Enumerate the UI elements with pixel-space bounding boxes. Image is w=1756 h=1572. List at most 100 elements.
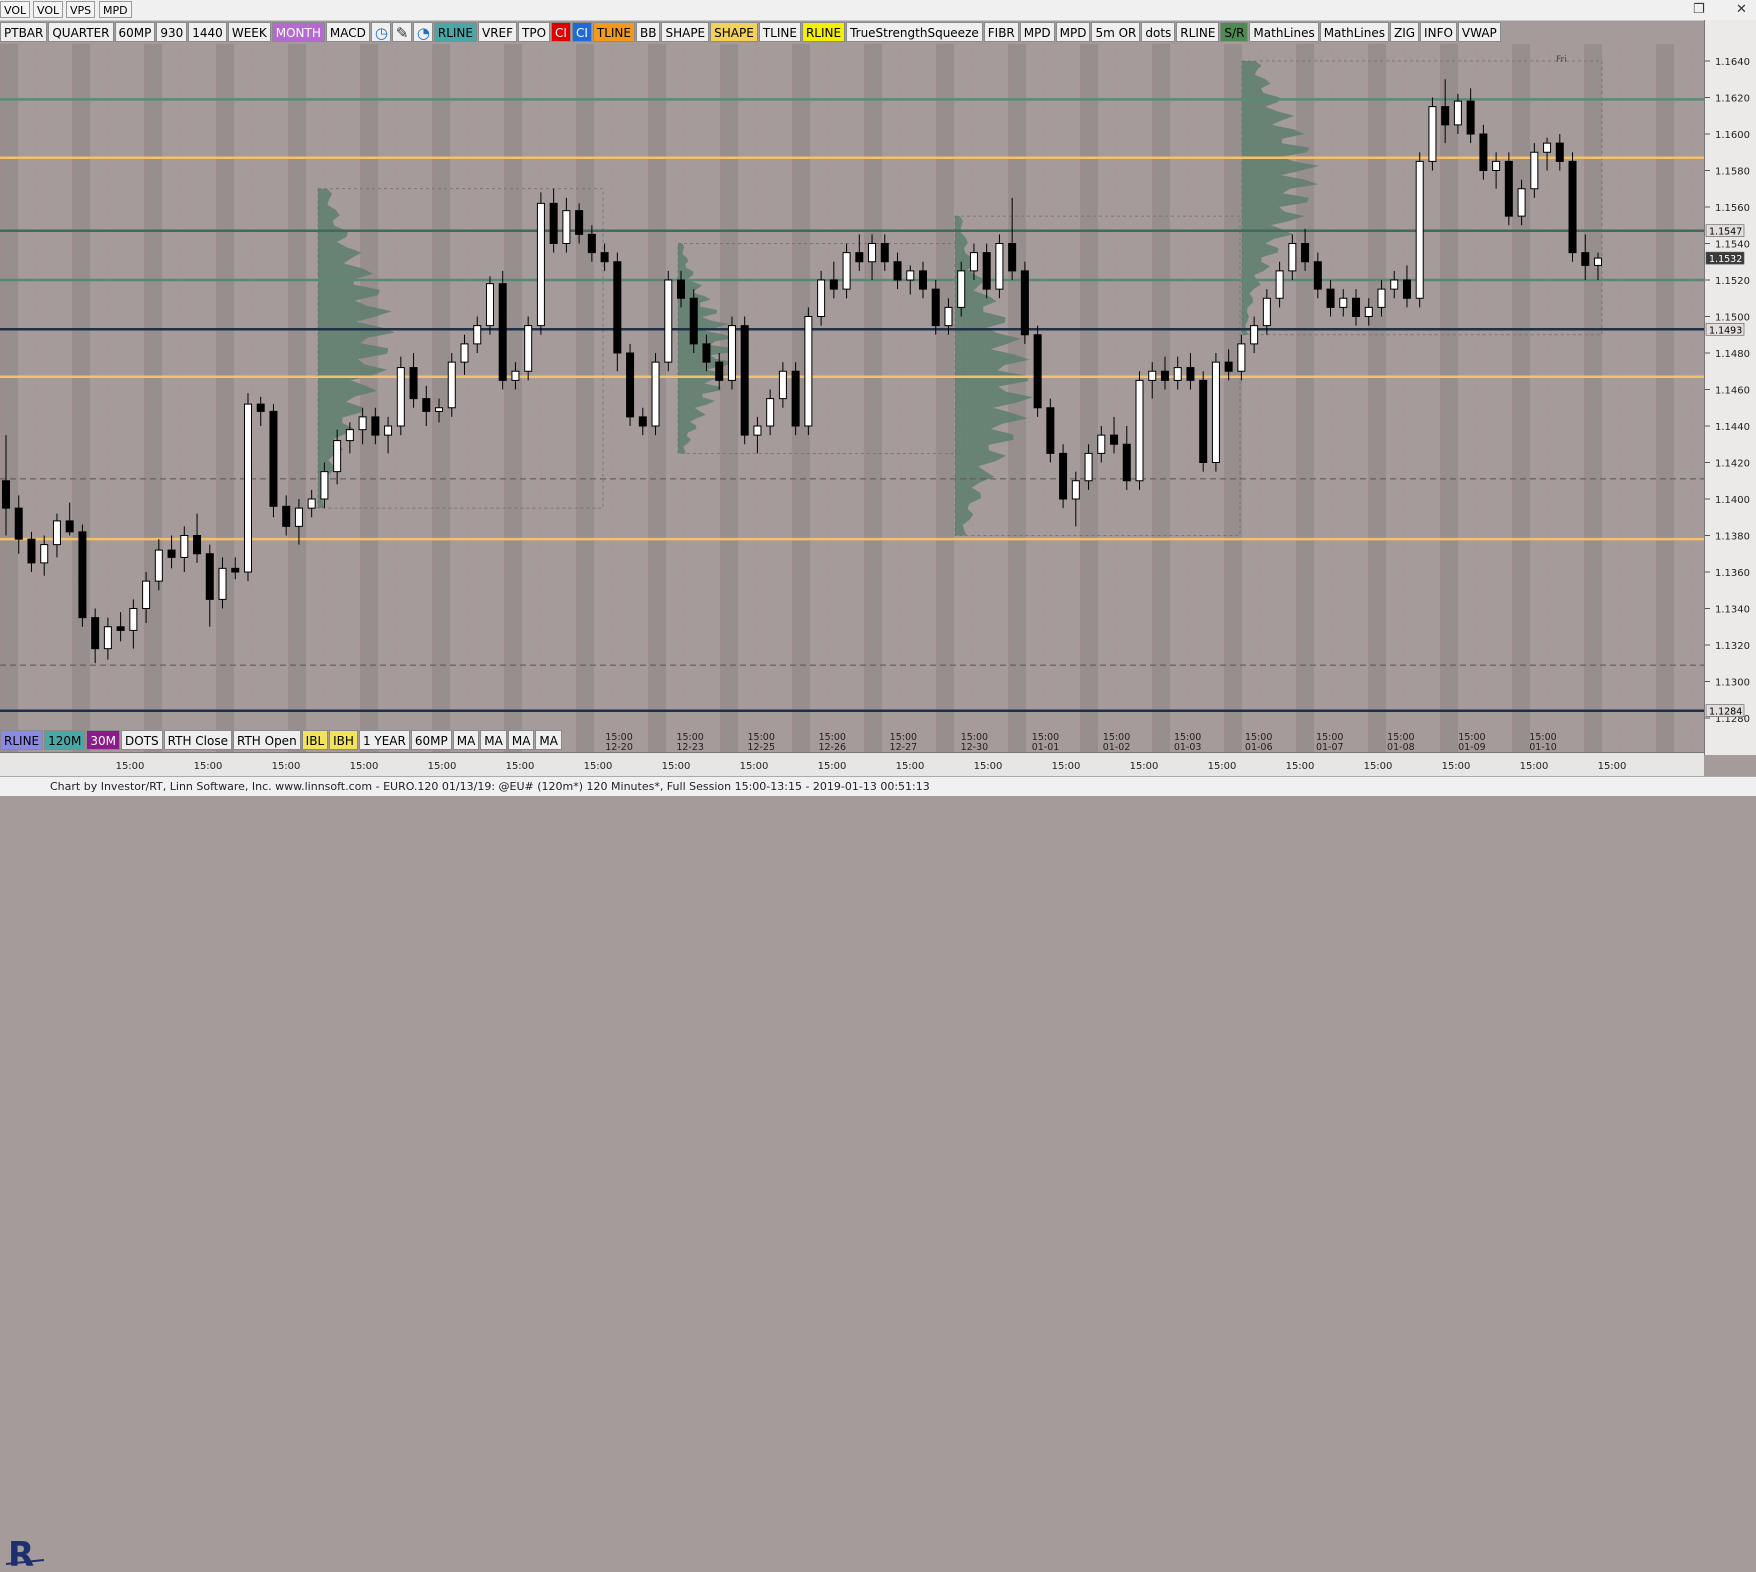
candle-up[interactable] — [1530, 151, 1539, 190]
candle-down[interactable] — [1479, 133, 1488, 171]
candle-up[interactable] — [473, 325, 482, 345]
candle-up[interactable] — [727, 325, 736, 381]
candle-down[interactable] — [1568, 160, 1577, 254]
candle-up[interactable] — [1135, 379, 1144, 482]
candle-up[interactable] — [536, 202, 545, 327]
candle-down[interactable] — [205, 553, 214, 600]
candle-up[interactable] — [435, 407, 444, 412]
top-button-vol[interactable]: VOL — [0, 1, 31, 18]
toolbar-button-tline[interactable]: TLINE — [758, 22, 801, 42]
candle-up[interactable] — [868, 243, 877, 263]
candle-up[interactable] — [524, 325, 533, 372]
toolbar-button-fibr[interactable]: FIBR — [983, 22, 1019, 42]
toolbar-button-1-year[interactable]: 1 YEAR — [358, 730, 410, 750]
candle-up[interactable] — [1275, 270, 1284, 299]
candle-up[interactable] — [1148, 370, 1157, 381]
candle-down[interactable] — [1555, 142, 1564, 162]
candle-up[interactable] — [358, 416, 367, 431]
toolbar-button-dots[interactable]: DOTS — [121, 730, 163, 750]
chart-area[interactable]: Fri15:0012-1915:0012-2015:0012-2315:0012… — [0, 44, 1756, 754]
toolbar-button-vref[interactable]: VREF — [477, 22, 518, 42]
candle-up[interactable] — [1288, 243, 1297, 272]
candle-down[interactable] — [1466, 100, 1475, 135]
candle-down[interactable] — [1186, 367, 1195, 381]
toolbar-button-tline[interactable]: TLINE — [592, 22, 635, 42]
candle-down[interactable] — [600, 252, 609, 263]
candle-up[interactable] — [333, 440, 342, 473]
candle-down[interactable] — [575, 210, 584, 235]
candle-down[interactable] — [27, 538, 36, 564]
candle-down[interactable] — [1313, 261, 1322, 290]
candle-down[interactable] — [167, 549, 176, 558]
candle-down[interactable] — [1008, 243, 1017, 272]
candle-down[interactable] — [829, 279, 838, 290]
toolbar-button-vwap[interactable]: VWAP — [1457, 22, 1501, 42]
candle-up[interactable] — [1173, 367, 1182, 381]
candle-down[interactable] — [193, 535, 202, 555]
candle-down[interactable] — [269, 410, 278, 507]
close-icon[interactable]: ✕ — [1736, 2, 1747, 17]
toolbar-button-ci[interactable]: CI — [571, 22, 592, 42]
candle-down[interactable] — [982, 252, 991, 290]
candle-up[interactable] — [1594, 257, 1602, 266]
candle-up[interactable] — [1543, 142, 1552, 153]
candle-down[interactable] — [1059, 452, 1068, 500]
toolbar-button-1440[interactable]: 1440 — [188, 22, 227, 42]
candle-down[interactable] — [626, 352, 635, 418]
candle-down[interactable] — [1352, 297, 1361, 317]
candle-up[interactable] — [1492, 160, 1501, 171]
toolbar-button-ptbar[interactable]: PTBAR — [0, 22, 48, 42]
toolbar-button-ci[interactable]: CI — [551, 22, 571, 42]
candle-down[interactable] — [689, 297, 698, 345]
candle-down[interactable] — [1160, 370, 1169, 381]
candle-up[interactable] — [384, 425, 393, 436]
candle-up[interactable] — [778, 370, 787, 400]
candle-up[interactable] — [1211, 361, 1220, 463]
top-button-mpd[interactable]: MPD — [99, 1, 132, 18]
toolbar-button-30m[interactable]: 30M — [86, 730, 121, 750]
candle-down[interactable] — [918, 270, 927, 290]
candle-down[interactable] — [791, 370, 800, 427]
candle-up[interactable] — [804, 316, 813, 427]
toolbar-button-tpo[interactable]: TPO — [518, 22, 551, 42]
restore-icon[interactable]: ❐ — [1693, 2, 1705, 17]
candle-up[interactable] — [154, 549, 163, 582]
candle-up[interactable] — [1517, 188, 1526, 217]
candle-down[interactable] — [2, 480, 10, 509]
toolbar-button-ma[interactable]: MA — [452, 730, 480, 750]
candle-up[interactable] — [766, 398, 775, 427]
toolbar-button-bb[interactable]: BB — [636, 22, 661, 42]
candle-down[interactable] — [1020, 270, 1029, 336]
candle-up[interactable] — [142, 580, 151, 609]
candle-down[interactable] — [231, 567, 240, 573]
candle-down[interactable] — [1224, 361, 1233, 372]
candle-up[interactable] — [842, 252, 851, 290]
candle-up[interactable] — [1262, 297, 1271, 327]
toolbar-button-mathlines[interactable]: MathLines — [1319, 22, 1389, 42]
toolbar-button-mathlines[interactable]: MathLines — [1249, 22, 1319, 42]
candle-up[interactable] — [447, 361, 456, 409]
candle-down[interactable] — [371, 416, 380, 436]
toolbar-button-rline[interactable]: RLINE — [0, 730, 44, 750]
candle-up[interactable] — [1071, 480, 1080, 500]
candle-up[interactable] — [957, 270, 966, 308]
candle-down[interactable] — [256, 403, 265, 412]
candle-up[interactable] — [129, 608, 138, 631]
candle-up[interactable] — [944, 306, 953, 327]
candle-up[interactable] — [485, 283, 494, 327]
candle-up[interactable] — [562, 210, 571, 244]
candle-down[interactable] — [1110, 434, 1119, 445]
candle-down[interactable] — [931, 288, 940, 327]
candle-down[interactable] — [893, 261, 902, 281]
top-button-vol[interactable]: VOL — [33, 1, 64, 18]
toolbar-button-ma[interactable]: MA — [507, 730, 535, 750]
candle-down[interactable] — [498, 283, 507, 381]
candle-down[interactable] — [715, 361, 724, 381]
candle-up[interactable] — [753, 425, 762, 436]
toolbar-button-60mp[interactable]: 60MP — [114, 22, 156, 42]
price-axis[interactable]: 1.1280 1.1300 1.1320 1.1340 1.1360 1.1380 1.14… — [1704, 20, 1756, 755]
candle-up[interactable] — [969, 252, 978, 272]
toolbar-button-zig[interactable]: ZIG — [1389, 22, 1420, 42]
candle-up[interactable] — [460, 343, 469, 363]
candle-down[interactable] — [677, 279, 686, 299]
